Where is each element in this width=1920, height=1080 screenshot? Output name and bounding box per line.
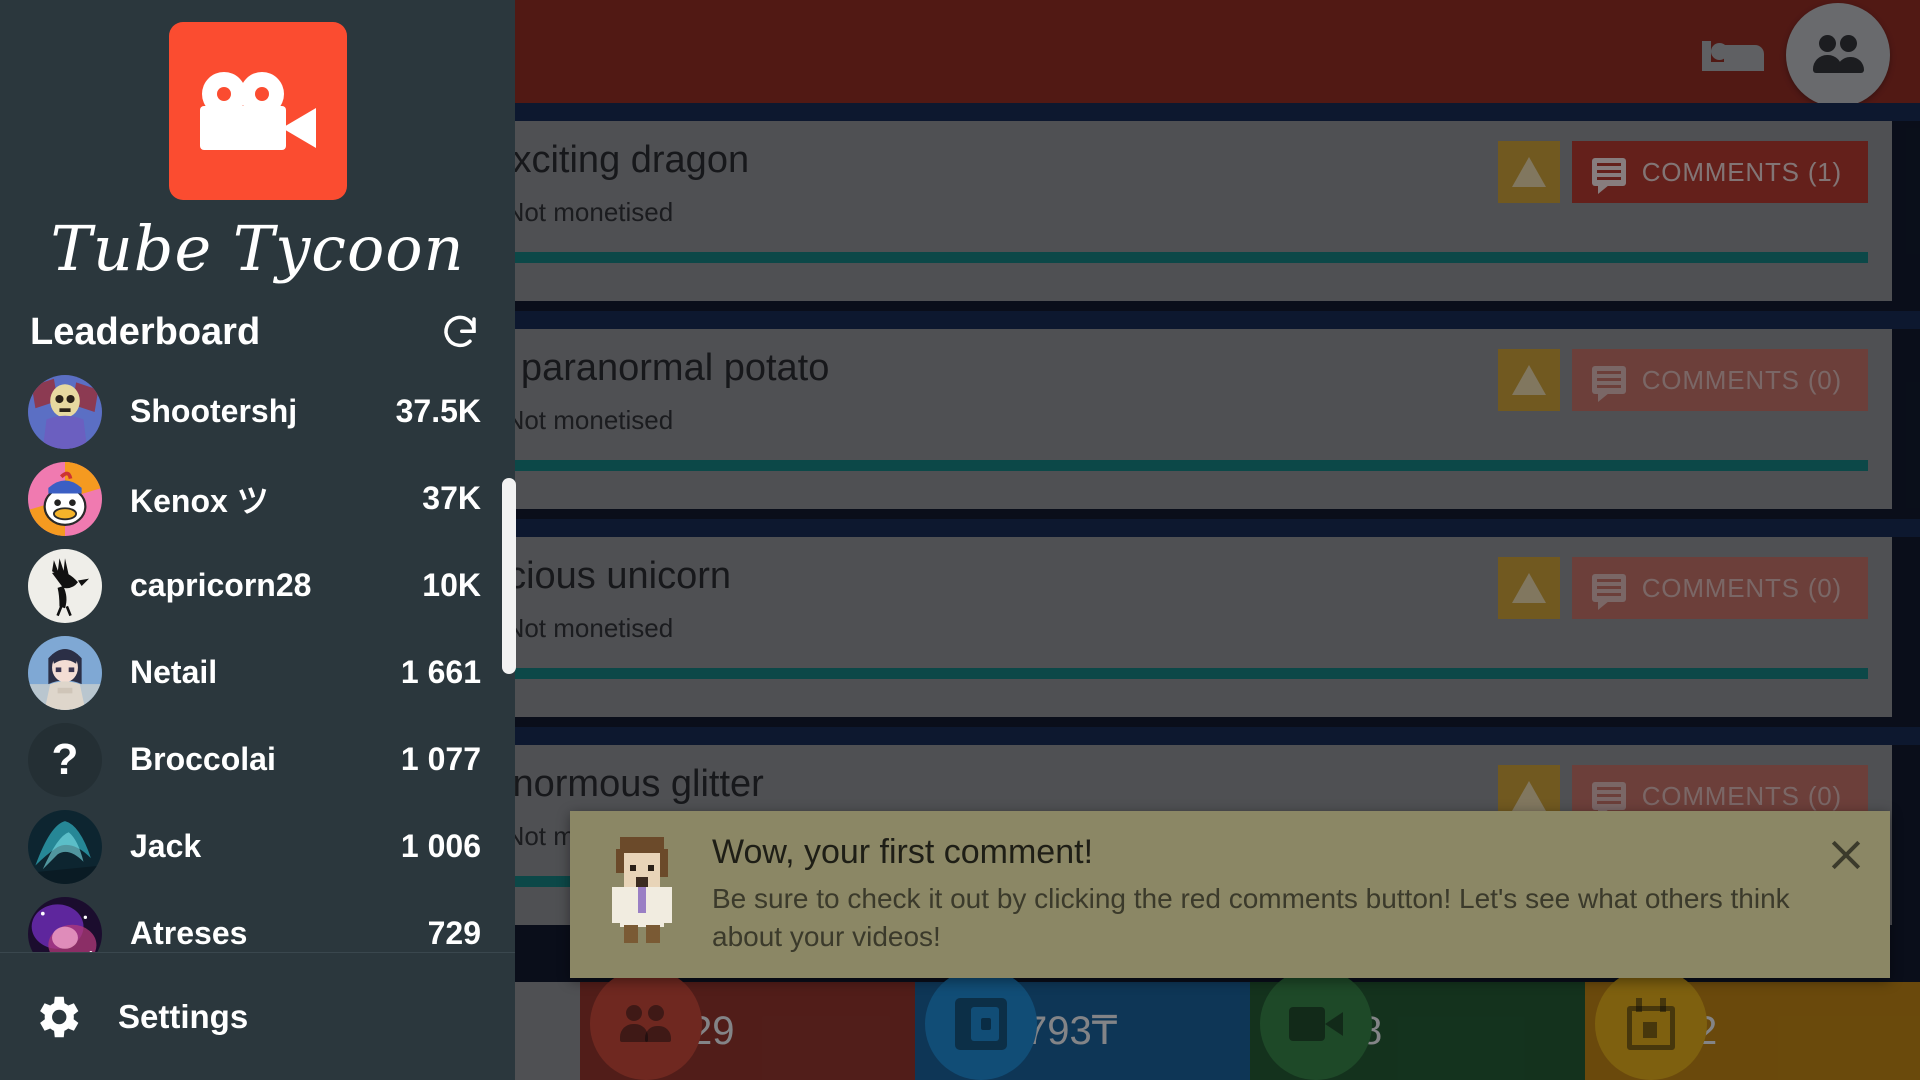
comments-button-label: COMMENTS (0) — [1641, 780, 1842, 811]
comments-button-label: COMMENTS (0) — [1641, 364, 1842, 395]
list-item[interactable]: Jack 1 006 — [28, 803, 481, 890]
logo-block: Tube Tycoon — [0, 0, 515, 285]
leaderboard-title: Leaderboard — [30, 311, 261, 353]
leaderboard-name: Broccolai — [130, 741, 276, 777]
list-item[interactable]: Kenox ツ 37K — [28, 455, 481, 542]
comment-icon — [1591, 782, 1626, 818]
leaderboard-score: 1 077 — [400, 741, 481, 777]
comment-icon — [1591, 366, 1626, 402]
community-avatar[interactable] — [1786, 2, 1890, 107]
comment-icon — [1591, 158, 1626, 194]
comments-button-label: COMMENTS (1) — [1641, 156, 1842, 187]
money-icon — [925, 968, 1037, 1080]
leaderboard-score: 10K — [422, 567, 481, 603]
question-mark-avatar: ? — [28, 722, 102, 797]
app-title: Tube Tycoon — [50, 212, 465, 285]
video-card-actions: COMMENTS (1) — [1497, 141, 1868, 203]
comments-button[interactable]: COMMENTS (0) — [1571, 349, 1868, 411]
toast-body: Be sure to check it out by clicking the … — [712, 883, 1790, 953]
warning-icon — [1511, 157, 1546, 187]
leaderboard-score: 37K — [422, 480, 481, 516]
comments-button[interactable]: COMMENTS (0) — [1571, 557, 1868, 619]
bed-icon[interactable] — [1702, 29, 1764, 75]
list-item[interactable]: Shootershj 37.5K — [28, 368, 481, 455]
leaderboard-name: Shootershj — [130, 393, 298, 429]
toast-title: Wow, your first comment! — [712, 833, 1094, 872]
comments-button[interactable]: COMMENTS (1) — [1571, 141, 1868, 203]
close-icon[interactable] — [1826, 835, 1866, 875]
toast-text: Wow, your first comment! Be sure to chec… — [712, 829, 1802, 956]
gear-icon — [30, 990, 84, 1044]
list-item[interactable]: ? Broccolai 1 077 — [28, 716, 481, 803]
leaderboard-header: Leaderboard — [0, 285, 515, 368]
leaderboard-score: 729 — [427, 915, 481, 951]
video-list-scrollbar[interactable] — [502, 478, 516, 674]
people-icon — [1807, 34, 1869, 75]
video-card-actions: COMMENTS (0) — [1497, 557, 1868, 619]
comments-button-label: COMMENTS (0) — [1641, 572, 1842, 603]
warning-icon — [1511, 573, 1546, 603]
list-item[interactable]: capricorn28 10K — [28, 542, 481, 629]
galaxy-avatar — [28, 896, 102, 952]
warning-icon — [1511, 781, 1546, 811]
leaderboard-name: Kenox ツ — [130, 482, 269, 519]
warning-button[interactable] — [1497, 141, 1560, 203]
video-card-actions: COMMENTS (0) — [1497, 349, 1868, 411]
sidebar-item-label: Settings — [118, 997, 249, 1035]
stat-money[interactable]: 793₸ — [915, 968, 1250, 1080]
meta-monetisation-label: Not monetised — [505, 612, 674, 643]
people-icon — [590, 968, 702, 1080]
stat-videos[interactable]: 8 — [1250, 968, 1585, 1080]
header-icon-group — [1702, 0, 1890, 107]
aurora-avatar — [28, 809, 102, 884]
leaderboard-score: 1 006 — [400, 828, 481, 864]
pixel-scientist-avatar — [596, 833, 688, 944]
stat-days[interactable]: 2 — [1585, 968, 1920, 1080]
raven-avatar — [28, 548, 102, 623]
warning-button[interactable] — [1497, 557, 1560, 619]
warning-icon — [1511, 365, 1546, 395]
toast-notification[interactable]: Wow, your first comment! Be sure to chec… — [570, 811, 1890, 978]
sidebar: Tube Tycoon Leaderboard Shootershj 37.5K… — [0, 0, 515, 1080]
list-item[interactable]: Atreses 729 — [28, 890, 481, 952]
leaderboard-name: capricorn28 — [130, 567, 312, 603]
leaderboard-score: 1 661 — [400, 654, 481, 690]
app-root: Have you ever seen such exciting dragon … — [0, 0, 1920, 1080]
leaderboard-name: Netail — [130, 654, 218, 690]
video-camera-icon — [1260, 968, 1372, 1080]
list-item[interactable]: Netail 1 661 — [28, 629, 481, 716]
anime-girl-avatar — [28, 635, 102, 710]
meta-monetisation-label: Not monetised — [505, 404, 674, 435]
meta-monetisation-label: Not monetised — [505, 196, 674, 227]
leaderboard-score: 37.5K — [395, 393, 481, 429]
refresh-icon[interactable] — [439, 312, 481, 354]
leaderboard-name: Atreses — [130, 915, 248, 951]
calendar-icon — [1595, 968, 1707, 1080]
stat-money-value: 793₸ — [1025, 1009, 1118, 1053]
leaderboard-name: Jack — [130, 828, 202, 864]
sidebar-item-settings[interactable]: Settings — [0, 952, 515, 1080]
leaderboard-list[interactable]: Shootershj 37.5K Kenox ツ 37K capricorn28… — [0, 368, 515, 952]
video-camera-icon — [199, 72, 316, 150]
skeletor-avatar — [28, 374, 102, 449]
duck-avatar — [28, 461, 102, 536]
stat-subscribers[interactable]: 29 — [580, 968, 915, 1080]
app-logo — [168, 22, 347, 200]
warning-button[interactable] — [1497, 349, 1560, 411]
comment-icon — [1591, 574, 1626, 610]
